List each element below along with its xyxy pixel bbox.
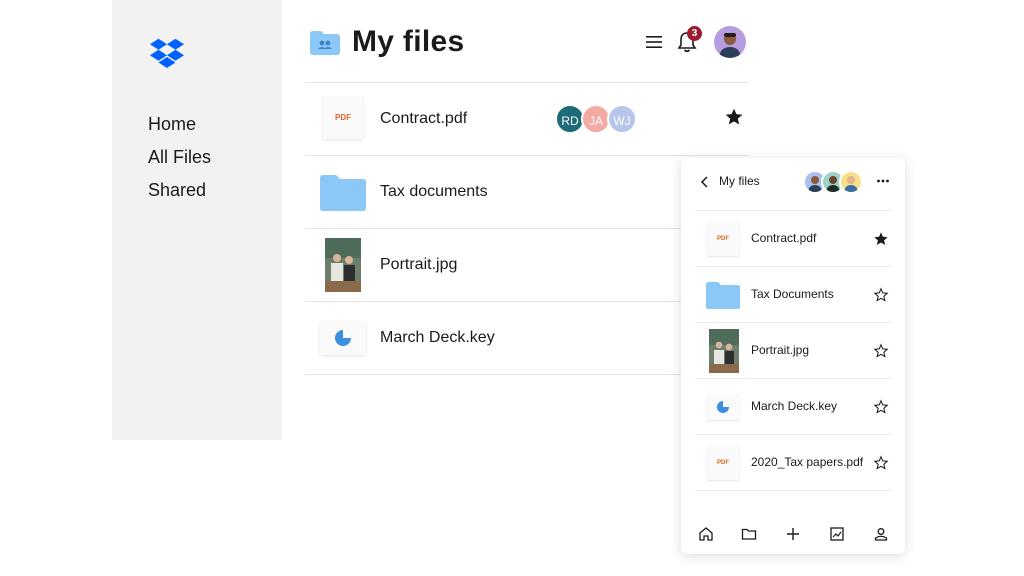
file-row-contract[interactable]: PDF Contract.pdf RD JA WJ	[305, 83, 748, 156]
pie-chart-icon	[717, 401, 729, 413]
file-name: 2020_Tax papers.pdf	[751, 455, 864, 469]
folder-icon	[320, 175, 366, 211]
collaborator-avatar[interactable]: WJ	[607, 104, 637, 134]
page-title: My files	[352, 25, 465, 58]
page-header: My files 3	[310, 24, 750, 64]
hamburger-menu-icon[interactable]	[645, 33, 663, 51]
user-avatar-icon	[714, 26, 746, 58]
sidebar-item-shared[interactable]: Shared	[148, 174, 211, 207]
plus-icon[interactable]	[785, 526, 801, 542]
pdf-file-icon: PDF	[707, 446, 739, 480]
pdf-file-icon: PDF	[323, 97, 363, 139]
file-name: Tax Documents	[751, 287, 834, 301]
bottom-nav	[681, 514, 905, 554]
account-icon[interactable]	[873, 526, 889, 542]
image-thumbnail	[325, 238, 361, 292]
pie-chart-icon	[335, 330, 351, 346]
panel-row-tax-documents[interactable]: Tax Documents	[695, 267, 891, 323]
star-filled-icon[interactable]	[873, 231, 889, 247]
file-name: Portrait.jpg	[380, 256, 458, 273]
collaborator-avatar[interactable]	[839, 170, 863, 194]
sidebar-nav: Home All Files Shared	[148, 108, 211, 207]
file-name: Contract.pdf	[751, 231, 817, 245]
file-name: March Deck.key	[751, 399, 838, 413]
panel-header: My files	[681, 158, 905, 208]
sidebar: Home All Files Shared	[112, 0, 282, 440]
file-name: Portrait.jpg	[751, 343, 810, 357]
panel-row-contract[interactable]: PDF Contract.pdf	[695, 211, 891, 267]
home-icon[interactable]	[698, 526, 714, 542]
star-outline-icon[interactable]	[873, 343, 889, 359]
notification-badge: 3	[687, 26, 702, 41]
keynote-file-icon	[707, 394, 739, 420]
star-outline-icon[interactable]	[873, 455, 889, 471]
pdf-file-icon: PDF	[707, 222, 739, 256]
keynote-file-icon	[320, 321, 366, 355]
panel-row-portrait[interactable]: Portrait.jpg	[695, 323, 891, 379]
more-horizontal-icon[interactable]	[876, 174, 890, 188]
star-outline-icon[interactable]	[873, 287, 889, 303]
sidebar-item-all-files[interactable]: All Files	[148, 141, 211, 174]
folder-icon[interactable]	[741, 526, 757, 542]
star-filled-icon[interactable]	[724, 107, 744, 127]
image-thumbnail	[709, 329, 739, 373]
file-name: Tax documents	[380, 183, 488, 200]
mobile-file-panel: My files PDF Contract.pdf Tax Documents …	[681, 158, 905, 554]
panel-title: My files	[719, 174, 760, 188]
sidebar-item-home[interactable]: Home	[148, 108, 211, 141]
file-name: March Deck.key	[380, 329, 495, 346]
user-avatar[interactable]	[714, 26, 746, 58]
chevron-left-icon[interactable]	[699, 175, 711, 189]
shared-folder-icon	[310, 31, 340, 55]
star-outline-icon[interactable]	[873, 399, 889, 415]
panel-row-2020-tax-papers[interactable]: PDF 2020_Tax papers.pdf	[695, 435, 891, 491]
panel-file-list: PDF Contract.pdf Tax Documents Portrait.…	[695, 210, 891, 491]
photos-icon[interactable]	[829, 526, 845, 542]
panel-row-march-deck[interactable]: March Deck.key	[695, 379, 891, 435]
dropbox-logo-icon[interactable]	[150, 38, 184, 70]
file-name: Contract.pdf	[380, 110, 468, 127]
folder-icon	[706, 282, 740, 309]
